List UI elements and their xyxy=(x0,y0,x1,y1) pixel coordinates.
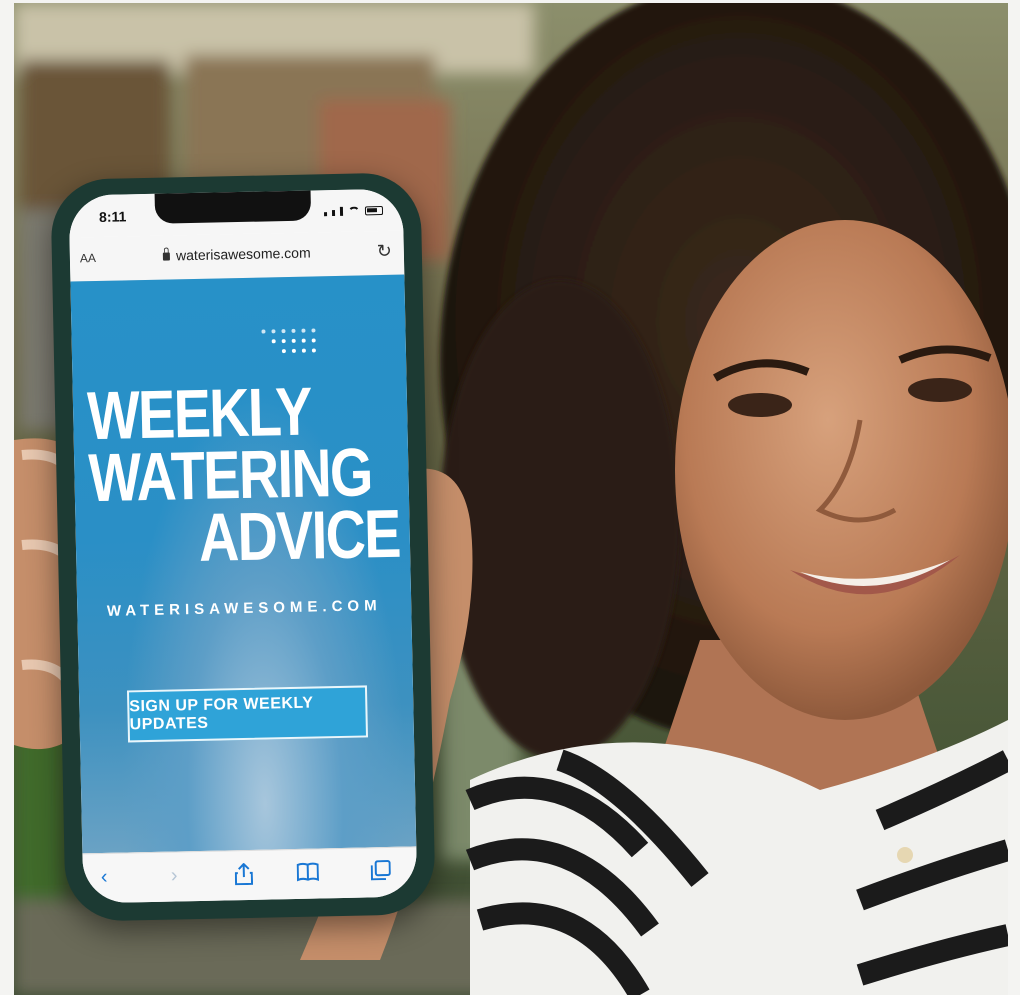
smartphone: 8:11 AA waterisawesome.com ↻ WEEKLY WATE… xyxy=(50,172,436,922)
signal-bar xyxy=(331,210,336,217)
signal-bar xyxy=(339,206,344,216)
signal-icon xyxy=(324,212,328,217)
browser-toolbar: ‹ › xyxy=(82,846,418,904)
back-icon[interactable]: ‹ xyxy=(101,866,108,889)
tabs-icon[interactable] xyxy=(370,860,392,886)
status-time: 8:11 xyxy=(98,208,127,225)
sign-up-button[interactable]: SIGN UP FOR WEEKLY UPDATES xyxy=(126,685,369,743)
photo-scene: 8:11 AA waterisawesome.com ↻ WEEKLY WATE… xyxy=(0,0,1020,995)
bookmarks-icon[interactable] xyxy=(296,861,320,887)
water-drops-graphic xyxy=(261,328,316,359)
page-headline: WEEKLY WATERING ADVICE xyxy=(86,374,401,576)
headline-line: ADVICE xyxy=(198,495,401,576)
url-text: waterisawesome.com xyxy=(175,244,311,264)
battery-icon xyxy=(364,205,384,216)
phone-notch xyxy=(154,188,312,224)
lock-icon xyxy=(163,252,171,261)
wifi-icon xyxy=(347,206,361,216)
status-icons xyxy=(324,203,384,217)
forward-icon[interactable]: › xyxy=(171,864,178,887)
reload-icon[interactable]: ↻ xyxy=(377,241,393,262)
webpage-content: WEEKLY WATERING ADVICE WATERISAWESOME.CO… xyxy=(70,274,417,854)
share-icon[interactable] xyxy=(234,862,254,891)
status-bar: 8:11 xyxy=(68,188,404,238)
url-field[interactable]: waterisawesome.com xyxy=(70,243,404,266)
phone-screen: 8:11 AA waterisawesome.com ↻ WEEKLY WATE… xyxy=(68,188,418,904)
site-name: WATERISAWESOME.COM xyxy=(106,597,382,620)
